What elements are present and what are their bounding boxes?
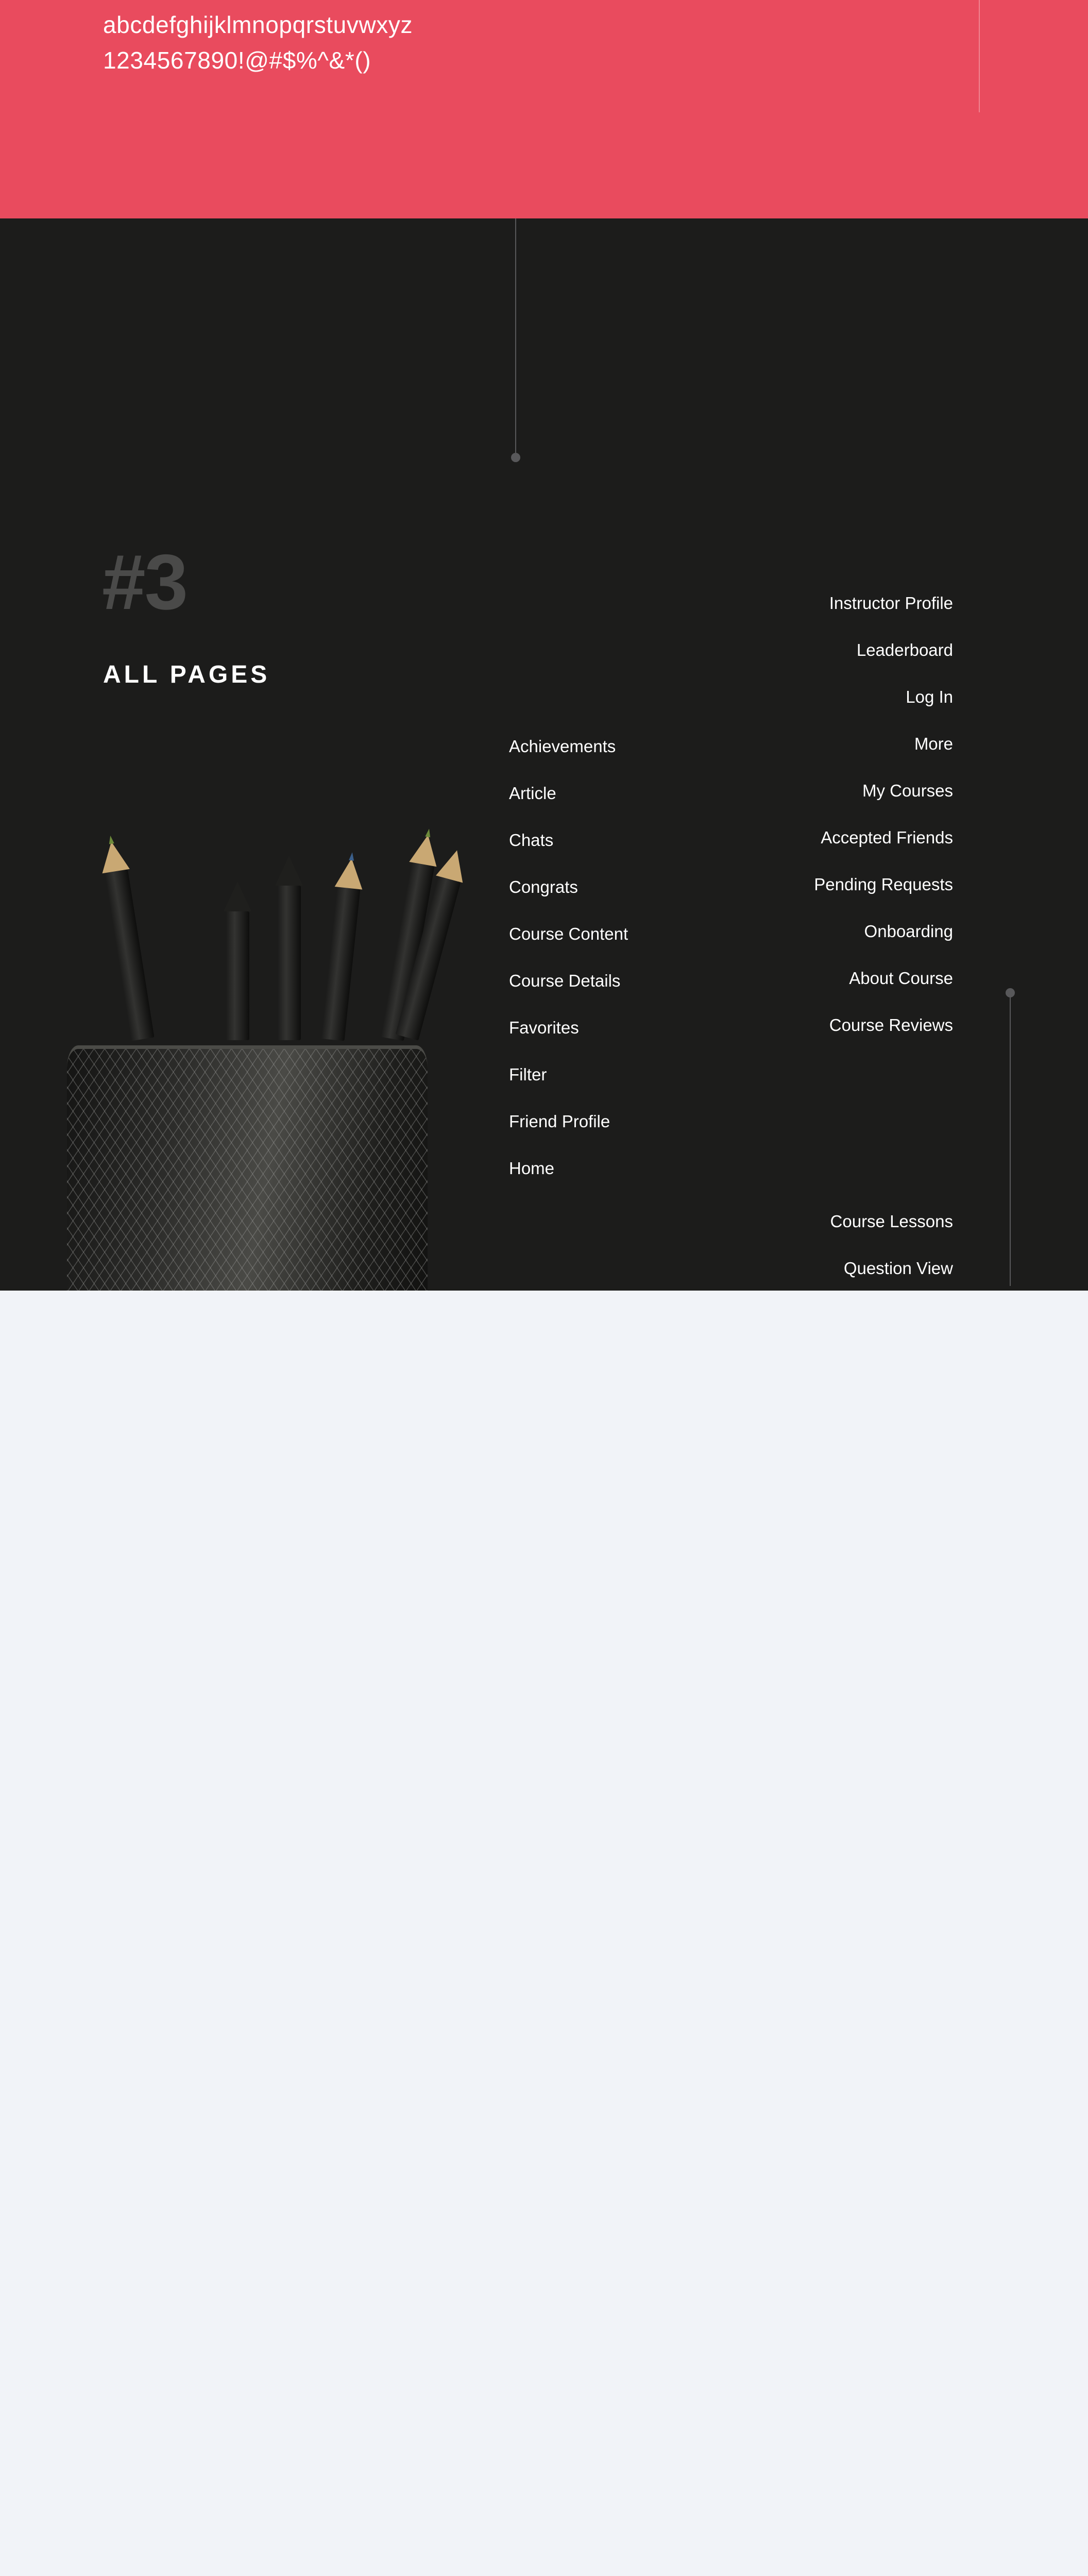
section-number: #3 <box>102 538 188 626</box>
pages-column-left: Achievements Article Chats Congrats Cour… <box>509 738 628 1207</box>
specimen-text-block: abcdefghijklmnopqrstuvwxyz 1234567890!@#… <box>103 7 413 78</box>
connector-line-lower <box>1010 997 1011 1286</box>
specimen-numerals-line: 1234567890!@#$%^&*() <box>103 47 371 74</box>
connector-dot-lower <box>1006 988 1015 997</box>
page-link-article[interactable]: Article <box>509 785 628 802</box>
connector-line-upper <box>515 218 516 453</box>
page-link-favorites[interactable]: Favorites <box>509 1019 628 1036</box>
page-link-home[interactable]: Home <box>509 1160 628 1177</box>
page-link-course-details[interactable]: Course Details <box>509 972 628 989</box>
page-link-accepted-friends[interactable]: Accepted Friends <box>665 829 953 846</box>
pages-column-right: Course Lessons Question View Search & Re… <box>665 1213 953 1291</box>
page-link-chats[interactable]: Chats <box>509 832 628 849</box>
page-link-my-courses[interactable]: My Courses <box>665 782 953 799</box>
mockups-showcase-section: ●●●●● 9:41 AM Chats All Instructors Frie… <box>0 1291 1088 2576</box>
page-link-log-in[interactable]: Log In <box>665 688 953 705</box>
page-link-congrats[interactable]: Congrats <box>509 878 628 895</box>
page-link-course-lessons[interactable]: Course Lessons <box>665 1213 953 1230</box>
page-link-course-content[interactable]: Course Content <box>509 925 628 942</box>
specimen-divider <box>979 0 980 112</box>
type-specimen-banner: abcdefghijklmnopqrstuvwxyz 1234567890!@#… <box>0 0 1088 218</box>
page-link-question-view[interactable]: Question View <box>665 1260 953 1277</box>
page-link-about-course[interactable]: About Course <box>665 970 953 987</box>
pages-column-middle: Instructor Profile Leaderboard Log In Mo… <box>665 595 953 1063</box>
page-link-pending-requests[interactable]: Pending Requests <box>665 876 953 893</box>
page-link-achievements[interactable]: Achievements <box>509 738 628 755</box>
connector-dot-upper <box>511 453 520 462</box>
page-link-friend-profile[interactable]: Friend Profile <box>509 1113 628 1130</box>
specimen-lowercase-line: abcdefghijklmnopqrstuvwxyz <box>103 11 413 38</box>
section-title: ALL PAGES <box>103 661 270 688</box>
page-link-instructor-profile[interactable]: Instructor Profile <box>665 595 953 612</box>
page-link-leaderboard[interactable]: Leaderboard <box>665 641 953 658</box>
page-link-more[interactable]: More <box>665 735 953 752</box>
pencil-holder-image <box>56 757 471 1291</box>
page-link-filter[interactable]: Filter <box>509 1066 628 1083</box>
all-pages-section: #3 ALL PAGES Achievements Article Chats … <box>0 218 1088 1291</box>
page-link-onboarding[interactable]: Onboarding <box>665 923 953 940</box>
page-link-course-reviews[interactable]: Course Reviews <box>665 1016 953 1033</box>
